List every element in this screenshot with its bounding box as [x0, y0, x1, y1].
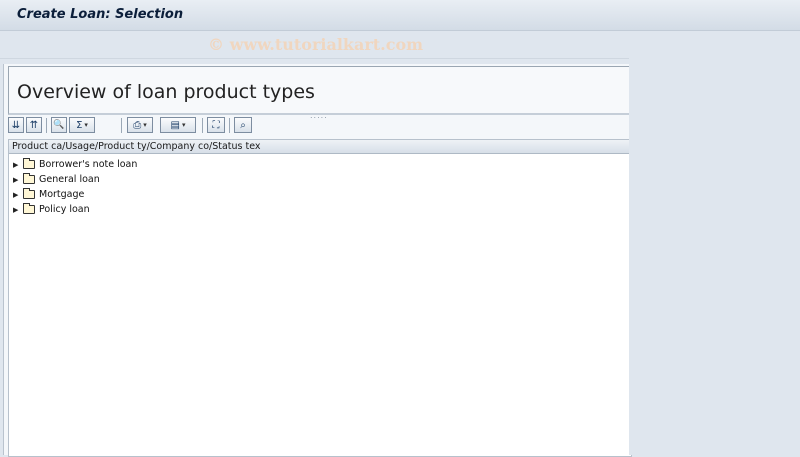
tree-node-policy-loan[interactable]: ▶ Policy loan: [13, 202, 137, 217]
folder-icon: [23, 188, 35, 199]
toolbar-separator: [121, 118, 122, 133]
tree-node-label: Policy loan: [39, 204, 90, 215]
expand-arrow-icon[interactable]: ▶: [13, 191, 23, 199]
expand-all-icon: ⇊: [11, 119, 21, 131]
layout-button[interactable]: ▤ ▾: [160, 117, 196, 133]
hierarchy-icon: ⛶: [212, 119, 220, 131]
expand-arrow-icon[interactable]: ▶: [13, 206, 23, 214]
tree-column-header[interactable]: Product ca/Usage/Product ty/Company co/S…: [9, 140, 631, 154]
dropdown-arrow-icon: ▾: [143, 121, 147, 129]
layout-icon: ▤: [170, 119, 180, 131]
right-empty-panel: [629, 58, 800, 455]
toolbar-separator: [46, 118, 47, 133]
tree-node-label: General loan: [39, 174, 100, 185]
title-bar: Create Loan: Selection: [0, 0, 800, 31]
tree-control[interactable]: Product ca/Usage/Product ty/Company co/S…: [8, 139, 632, 457]
print-button[interactable]: ⎙ ▾: [127, 117, 153, 133]
detail-icon: ⌕: [240, 119, 246, 131]
collapse-all-button[interactable]: ⇈: [26, 117, 42, 133]
splitter-handle[interactable]: .....: [310, 111, 328, 120]
find-button[interactable]: 🔍: [51, 117, 67, 133]
folder-icon: [23, 203, 35, 214]
expand-arrow-icon[interactable]: ▶: [13, 161, 23, 169]
toolbar-separator: [202, 118, 203, 133]
window-title: Create Loan: Selection: [17, 7, 184, 22]
dropdown-arrow-icon: ▾: [181, 121, 186, 129]
tree-node-mortgage[interactable]: ▶ Mortgage: [13, 187, 137, 202]
expand-all-button[interactable]: ⇊: [8, 117, 24, 133]
tree-node-label: Mortgage: [39, 189, 85, 200]
print-icon: ⎙: [133, 119, 142, 131]
toolbar-separator: [229, 118, 230, 133]
watermark-text: © www.tutorialkart.com: [208, 35, 424, 54]
header-box: Overview of loan product types: [8, 66, 630, 115]
tree-node-borrowers-note-loan[interactable]: ▶ Borrower's note loan: [13, 157, 137, 172]
tree-list: ▶ Borrower's note loan ▶ General loan ▶ …: [13, 157, 137, 217]
dropdown-arrow-icon: ▾: [84, 121, 88, 129]
page-heading: Overview of loan product types: [17, 81, 315, 103]
sum-button[interactable]: Σ ▾: [69, 117, 95, 133]
expand-arrow-icon[interactable]: ▶: [13, 176, 23, 184]
sum-icon: Σ: [76, 119, 83, 131]
folder-icon: [23, 158, 35, 169]
main-panel: Overview of loan product types ..... ⇊ ⇈…: [3, 64, 632, 457]
hierarchy-button[interactable]: ⛶: [207, 117, 225, 133]
collapse-all-icon: ⇈: [29, 119, 39, 131]
tree-node-label: Borrower's note loan: [39, 159, 138, 170]
tree-node-general-loan[interactable]: ▶ General loan: [13, 172, 137, 187]
find-icon: 🔍: [53, 120, 65, 130]
detail-button[interactable]: ⌕: [234, 117, 252, 133]
application-toolbar: © www.tutorialkart.com: [0, 31, 800, 59]
folder-icon: [23, 173, 35, 184]
